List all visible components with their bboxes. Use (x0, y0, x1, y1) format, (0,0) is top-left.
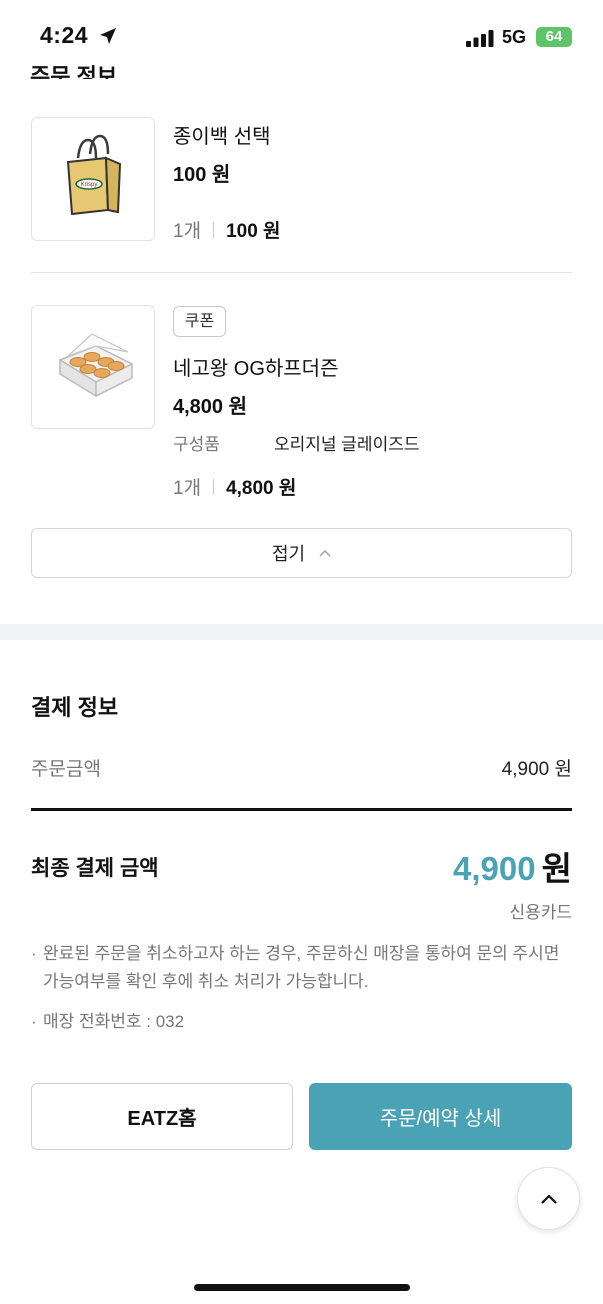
final-amount-label: 최종 결제 금액 (31, 857, 159, 880)
final-amount-number: 4,900 (453, 850, 536, 887)
item-quantity-row: 1개 100 원 (173, 216, 281, 243)
store-phone-text: 매장 전화번호 : 032 (43, 1012, 185, 1031)
svg-text:Krispy: Krispy (81, 182, 98, 188)
item-name: 종이백 선택 (173, 126, 271, 148)
item-quantity: 1개 (173, 478, 202, 499)
component-label: 구성품 (173, 435, 220, 454)
item-divider (31, 272, 572, 273)
separator (213, 478, 215, 495)
fold-button-label: 접기 (271, 544, 306, 564)
item-total: 100 원 (226, 221, 281, 242)
item-thumbnail (31, 305, 155, 429)
eatz-home-button[interactable]: EATZ홈 (31, 1083, 293, 1150)
notice-item: · 매장 전화번호 : 032 (31, 1008, 572, 1036)
notice-text: 완료된 주문을 취소하고자 하는 경우, 주문하신 매장을 통하여 문의 주시면… (43, 944, 560, 991)
status-time: 4:24 (40, 22, 89, 48)
item-price: 100 원 (173, 164, 231, 186)
item-thumbnail: Krispy (31, 117, 155, 241)
section-heading-order-info: 주문 정보 (30, 64, 118, 79)
final-amount-currency: 원 (541, 850, 572, 887)
item-name: 네고왕 OG하프더즌 (173, 358, 339, 380)
order-amount-label: 주문금액 (31, 759, 101, 780)
final-amount: 4,900 원 (453, 842, 572, 890)
separator (213, 221, 215, 238)
order-detail-button[interactable]: 주문/예약 상세 (309, 1083, 572, 1150)
item-total: 4,800 원 (226, 478, 297, 499)
fold-button[interactable]: 접기 (31, 528, 572, 578)
scroll-top-button[interactable] (517, 1167, 580, 1230)
notice-item: · 완료된 주문을 취소하고자 하는 경우, 주문하신 매장을 통하여 문의 주… (31, 940, 572, 996)
location-arrow-icon (100, 28, 116, 44)
chevron-up-icon (319, 549, 331, 557)
order-amount-value: 4,900 원 (501, 759, 572, 780)
chevron-up-icon (540, 1193, 557, 1204)
payment-method: 신용카드 (509, 903, 572, 922)
network-label: 5G (502, 27, 527, 47)
coupon-badge: 쿠폰 (173, 306, 226, 337)
paper-bag-icon: Krispy (66, 134, 122, 216)
battery-icon: 64 (536, 27, 572, 47)
item-quantity-row: 1개 4,800 원 (173, 473, 296, 500)
item-price: 4,800 원 (173, 396, 248, 418)
section-separator-band (0, 624, 603, 640)
total-divider (31, 808, 572, 811)
item-quantity: 1개 (173, 221, 202, 242)
component-value: 오리지널 글레이즈드 (274, 435, 420, 454)
signal-icon (466, 30, 494, 47)
donut-box-icon (58, 333, 134, 398)
payment-title: 결제 정보 (31, 695, 119, 720)
home-indicator (194, 1284, 410, 1291)
